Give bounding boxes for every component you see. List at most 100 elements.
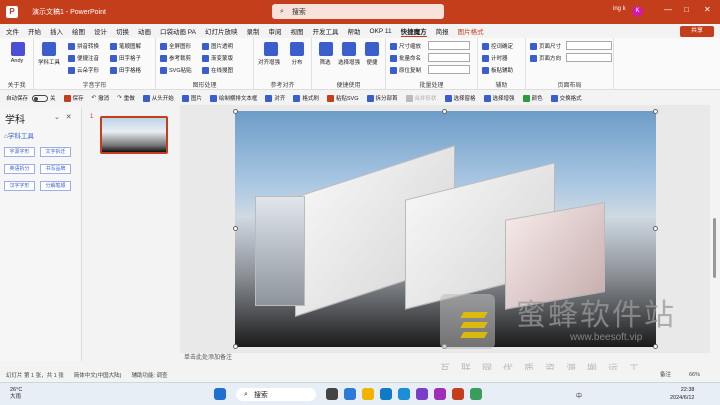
chip-character-origin[interactable]: 字源字形: [4, 147, 35, 157]
slide-thumbnail[interactable]: [100, 116, 168, 154]
resize-handle-tl[interactable]: [233, 109, 238, 114]
close-button[interactable]: ✕: [704, 5, 711, 14]
tab-pocket-animation[interactable]: 口袋动画 PA: [160, 26, 196, 36]
resize-handle-l[interactable]: [233, 226, 238, 231]
from-start-button[interactable]: 从头开始: [142, 94, 174, 102]
cloud-font-button[interactable]: 云朵字形: [68, 66, 99, 74]
timer-button[interactable]: 计时器: [482, 54, 508, 62]
annotate-button[interactable]: 便捷注音: [68, 54, 99, 62]
tab-transitions[interactable]: 切换: [116, 26, 129, 36]
tab-help[interactable]: 帮助: [348, 26, 361, 36]
distribute-button[interactable]: 分布: [284, 58, 310, 66]
chip-stroke-order[interactable]: 分解笔顺: [40, 181, 71, 191]
tab-view[interactable]: 视图: [291, 26, 304, 36]
align-enhance-button[interactable]: 对齐增强: [256, 58, 282, 66]
chip-chinese-font[interactable]: 汉字字形: [4, 181, 35, 191]
search-box[interactable]: ⌕ 搜索: [272, 4, 444, 19]
tab-developer[interactable]: 开发工具: [313, 26, 339, 36]
selection-pane-button[interactable]: 选择窗格: [444, 94, 476, 102]
redo-button[interactable]: ↷ 重做: [117, 94, 135, 102]
convenient-button[interactable]: 便捷: [359, 58, 385, 66]
align-button[interactable]: 对齐: [265, 94, 285, 102]
tab-file[interactable]: 文件: [6, 26, 19, 36]
merge-shapes-button[interactable]: 合并形状: [405, 94, 437, 102]
tab-draw[interactable]: 绘图: [72, 26, 85, 36]
undo-button[interactable]: ↶ 撤消: [92, 94, 110, 102]
widgets-icon[interactable]: [344, 388, 356, 400]
maximize-button[interactable]: □: [684, 5, 689, 14]
app2-icon[interactable]: [470, 388, 482, 400]
gradient-mask-button[interactable]: 渐变蒙版: [202, 54, 233, 62]
user-name[interactable]: ing k: [613, 6, 626, 12]
paste-svg-button[interactable]: 粘贴SVG: [326, 94, 359, 102]
vertical-scrollbar[interactable]: [712, 108, 718, 353]
textbox-button[interactable]: 绘制横排文本框: [209, 94, 257, 102]
in-place-copy-button[interactable]: 原位复制: [390, 66, 421, 74]
rename-field[interactable]: [428, 53, 470, 62]
page-orientation-select[interactable]: [566, 53, 612, 62]
tab-brief[interactable]: 简报: [436, 26, 449, 36]
tab-home[interactable]: 开始: [28, 26, 41, 36]
andy-button[interactable]: Andy: [2, 58, 32, 64]
resize-field[interactable]: [428, 41, 470, 50]
taskbar-search[interactable]: ⌕ 搜索: [236, 388, 316, 401]
share-button[interactable]: 共享: [680, 26, 714, 37]
subject-tools-button[interactable]: 学科工具: [34, 58, 64, 66]
chip-writing[interactable]: 书写品牌: [40, 164, 71, 174]
svg-paste-button[interactable]: SVG粘贴: [160, 66, 192, 74]
transparency-button[interactable]: 图片透明: [202, 42, 233, 50]
color-button[interactable]: 颜色: [522, 94, 543, 102]
swap-format-button[interactable]: 交换格式: [550, 94, 582, 102]
tab-review[interactable]: 审阅: [269, 26, 282, 36]
start-icon[interactable]: [214, 388, 226, 400]
ime-indicator[interactable]: 中: [576, 394, 582, 400]
page-size-select[interactable]: [566, 41, 612, 50]
accessibility[interactable]: 辅助功能: 调查: [131, 371, 167, 379]
minimize-button[interactable]: —: [664, 5, 672, 14]
dropdown-icon[interactable]: ⌄: [54, 114, 60, 121]
weather-widget[interactable]: 26°C 大雨: [10, 387, 22, 401]
chip-english-split[interactable]: 英语拆分: [4, 164, 35, 174]
panel-close-icon[interactable]: ✕: [66, 114, 72, 121]
format-painter-button[interactable]: 格式刷: [293, 94, 319, 102]
select-enhance-toolbar-button[interactable]: 选择增强: [483, 94, 515, 102]
clock[interactable]: 22:38 2024/6/12: [670, 386, 694, 402]
fullscreen-shape-button[interactable]: 全屏图形: [160, 42, 191, 50]
tab-picture-format[interactable]: 图片格式: [458, 26, 484, 36]
task-view-icon[interactable]: [326, 388, 338, 400]
resize-button[interactable]: 尺寸缩放: [390, 42, 421, 50]
chip-text-split[interactable]: 文字拆迁: [40, 147, 71, 157]
word-confirm-button[interactable]: 控词确定: [482, 42, 513, 50]
tab-okp[interactable]: OKP 11: [370, 28, 392, 35]
vs-icon[interactable]: [416, 388, 428, 400]
tian-grid2-button[interactable]: 田字格格: [110, 66, 141, 74]
tab-quick-magic[interactable]: 快捷魔方: [400, 26, 427, 37]
scroll-thumb[interactable]: [713, 218, 716, 278]
resize-handle-tr[interactable]: [653, 109, 658, 114]
tab-animations[interactable]: 动画: [138, 26, 151, 36]
avatar[interactable]: K: [632, 6, 643, 17]
tab-design[interactable]: 设计: [94, 26, 107, 36]
system-tray[interactable]: 中: [576, 391, 582, 400]
resize-handle-t[interactable]: [442, 109, 447, 114]
resize-handle-r[interactable]: [653, 226, 658, 231]
powerpoint-taskbar-icon[interactable]: [452, 388, 464, 400]
file-explorer-icon[interactable]: [362, 388, 374, 400]
edge-icon[interactable]: [398, 388, 410, 400]
stroke-order-button[interactable]: 笔顺图解: [110, 42, 141, 50]
copy-field[interactable]: [428, 65, 470, 74]
store-icon[interactable]: [380, 388, 392, 400]
save-button[interactable]: 保存: [63, 94, 84, 102]
tab-insert[interactable]: 插入: [50, 26, 63, 36]
language[interactable]: 简体中文(中国大陆): [74, 371, 122, 379]
tab-slideshow[interactable]: 幻灯片放映: [205, 26, 238, 36]
crop-ref-button[interactable]: 参考裁剪: [160, 54, 191, 62]
zoom-level[interactable]: 66%: [689, 370, 700, 380]
notes-toggle[interactable]: 备注: [660, 370, 671, 380]
batch-rename-button[interactable]: 批量命名: [390, 54, 421, 62]
autosave-toggle[interactable]: [32, 94, 49, 102]
tian-grid-button[interactable]: 田字格子: [110, 54, 141, 62]
image-search-button[interactable]: 在线搜图: [202, 66, 233, 74]
autosave[interactable]: 自动保存关: [6, 94, 56, 102]
split-radical-button[interactable]: 拆分部首: [366, 94, 398, 102]
